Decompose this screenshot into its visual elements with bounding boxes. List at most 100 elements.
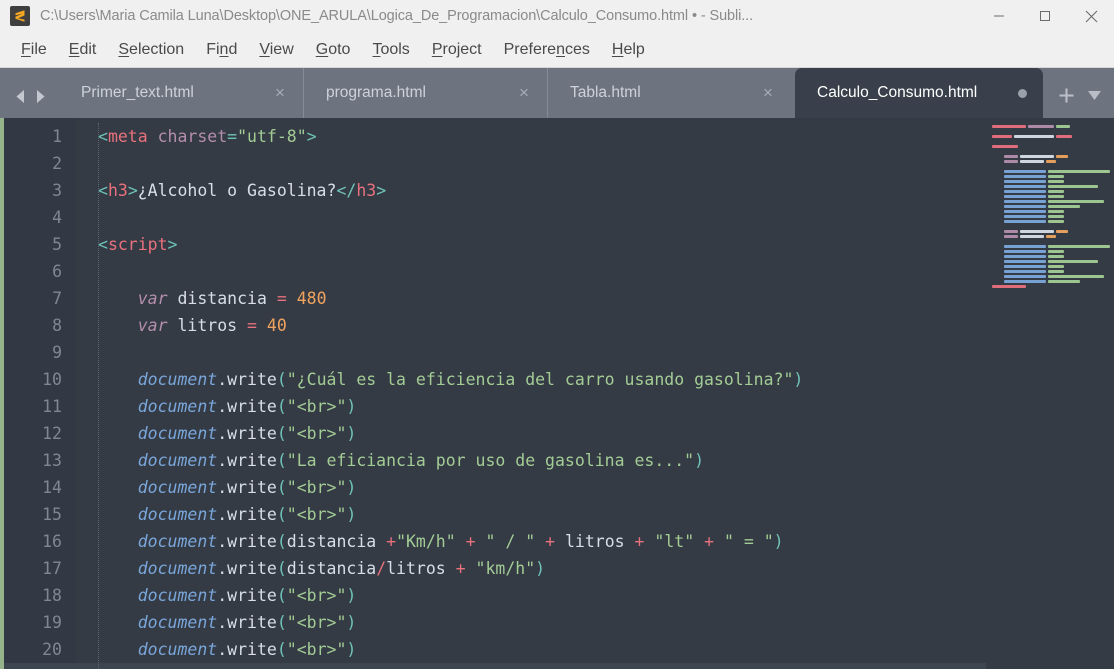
token-obj: document bbox=[137, 586, 218, 605]
token-op: + bbox=[545, 532, 556, 551]
code-line[interactable]: var litros = 40 bbox=[76, 312, 1114, 339]
token-punct: ( bbox=[276, 559, 287, 578]
minimap-token bbox=[1028, 125, 1054, 128]
token-punct: ) bbox=[346, 640, 357, 659]
code-line[interactable]: document.write("<br>") bbox=[76, 582, 1114, 609]
tab-primer_text-html[interactable]: Primer_text.html × bbox=[59, 68, 303, 118]
code-line[interactable] bbox=[76, 204, 1114, 231]
tab-close-icon[interactable]: × bbox=[517, 83, 531, 103]
menu-item-preferences[interactable]: Preferences bbox=[493, 37, 601, 63]
code-line[interactable]: document.write("¿Cuál es la eficiencia d… bbox=[76, 366, 1114, 393]
code-line[interactable]: <script> bbox=[76, 231, 1114, 258]
code-line[interactable]: document.write("<br>") bbox=[76, 609, 1114, 636]
minimap-token bbox=[1048, 180, 1064, 183]
tab-close-icon[interactable]: × bbox=[761, 83, 775, 103]
token-obj: document bbox=[137, 532, 218, 551]
minimap-token bbox=[1020, 230, 1054, 233]
minimap-token bbox=[1048, 205, 1080, 208]
menu-item-selection[interactable]: Selection bbox=[107, 37, 195, 63]
code-line[interactable]: var distancia = 480 bbox=[76, 285, 1114, 312]
plus-icon[interactable] bbox=[1058, 87, 1075, 104]
token-string: "<br>" bbox=[286, 640, 347, 659]
token-op: + bbox=[455, 559, 466, 578]
code-line[interactable] bbox=[76, 339, 1114, 366]
minimap-token bbox=[1004, 185, 1046, 188]
minimap-token bbox=[1056, 155, 1068, 158]
line-number: 2 bbox=[52, 154, 62, 173]
code-line[interactable]: <meta charset="utf-8"> bbox=[76, 123, 1114, 150]
token-tag: script bbox=[107, 235, 168, 254]
maximize-icon[interactable] bbox=[1022, 0, 1068, 32]
code-line[interactable]: document.write("La eficiancia por uso de… bbox=[76, 447, 1114, 474]
menu-item-project[interactable]: Project bbox=[421, 37, 493, 63]
code-minimap[interactable] bbox=[986, 118, 1114, 669]
line-number: 7 bbox=[52, 289, 62, 308]
minimap-token bbox=[1004, 255, 1046, 258]
minimap-token bbox=[1046, 235, 1056, 238]
minimap-token bbox=[1014, 135, 1054, 138]
token-op: = bbox=[247, 316, 257, 335]
token-obj: document bbox=[137, 613, 218, 632]
token-string: "La eficiancia por uso de gasolina es...… bbox=[286, 451, 695, 470]
menu-item-tools[interactable]: Tools bbox=[361, 37, 420, 63]
tab-programa-html[interactable]: programa.html × bbox=[303, 68, 547, 118]
token-op: + bbox=[465, 532, 476, 551]
tab-unsaved-indicator[interactable] bbox=[1018, 88, 1027, 98]
code-line[interactable]: document.write("<br>") bbox=[76, 474, 1114, 501]
tab-tabla-html[interactable]: Tabla.html × bbox=[547, 68, 791, 118]
close-icon[interactable] bbox=[1068, 0, 1114, 32]
minimap-token bbox=[992, 145, 1018, 148]
editor-pane[interactable]: 123456789101112131415161718192021 <meta … bbox=[0, 118, 1114, 669]
code-line[interactable]: document.write("<br>") bbox=[76, 636, 1114, 663]
menu-item-edit[interactable]: Edit bbox=[58, 37, 108, 63]
minimap-token bbox=[1004, 265, 1046, 268]
token-string: "<br>" bbox=[286, 478, 347, 497]
code-line[interactable] bbox=[76, 258, 1114, 285]
chevron-right-icon[interactable] bbox=[34, 89, 47, 104]
chevron-down-icon[interactable] bbox=[1087, 90, 1102, 101]
code-area[interactable]: <meta charset="utf-8"> <h3>¿Alcohol o Gas… bbox=[76, 118, 1114, 669]
code-line[interactable]: document.write("<br>") bbox=[76, 501, 1114, 528]
minimap-token bbox=[1004, 220, 1046, 223]
code-line[interactable] bbox=[76, 663, 1114, 669]
minimap-token bbox=[1020, 155, 1054, 158]
chevron-left-icon[interactable] bbox=[14, 89, 27, 104]
line-number: 16 bbox=[42, 532, 62, 551]
code-line[interactable]: document.write("<br>") bbox=[76, 420, 1114, 447]
line-number: 15 bbox=[42, 505, 62, 524]
tab-close-icon[interactable]: × bbox=[273, 83, 287, 103]
code-line[interactable] bbox=[76, 150, 1114, 177]
menu-item-goto[interactable]: Goto bbox=[305, 37, 362, 63]
token-prop: .write bbox=[217, 397, 277, 416]
code-line[interactable]: document.write(distancia/litros + "km/h"… bbox=[76, 555, 1114, 582]
code-line[interactable]: document.write("<br>") bbox=[76, 393, 1114, 420]
token-tag: h3 bbox=[356, 181, 377, 200]
minimize-icon[interactable] bbox=[976, 0, 1022, 32]
minimap-token bbox=[1048, 210, 1064, 213]
code-line[interactable]: document.write(distancia +"Km/h" + " / "… bbox=[76, 528, 1114, 555]
token-prop: .write bbox=[217, 613, 277, 632]
code-line[interactable]: <h3>¿Alcohol o Gasolina?</h3> bbox=[76, 177, 1114, 204]
minimap-token bbox=[992, 285, 1026, 288]
minimap-token bbox=[1048, 255, 1064, 258]
minimap-token bbox=[1004, 260, 1046, 263]
minimap-token bbox=[1004, 200, 1046, 203]
token-string: "<br>" bbox=[286, 613, 347, 632]
token-prop: .write bbox=[217, 478, 277, 497]
tab-calculo_consumo-html[interactable]: Calculo_Consumo.html bbox=[795, 68, 1043, 118]
menu-item-help[interactable]: Help bbox=[601, 37, 656, 63]
line-number: 17 bbox=[42, 559, 62, 578]
line-number: 5 bbox=[52, 235, 62, 254]
token-obj: document bbox=[137, 478, 218, 497]
minimap-token bbox=[1004, 205, 1046, 208]
menu-item-find[interactable]: Find bbox=[195, 37, 248, 63]
menu-item-file[interactable]: File bbox=[10, 37, 58, 63]
minimap-token bbox=[1046, 160, 1056, 163]
menu-item-view[interactable]: View bbox=[248, 37, 304, 63]
line-number: 3 bbox=[52, 181, 62, 200]
